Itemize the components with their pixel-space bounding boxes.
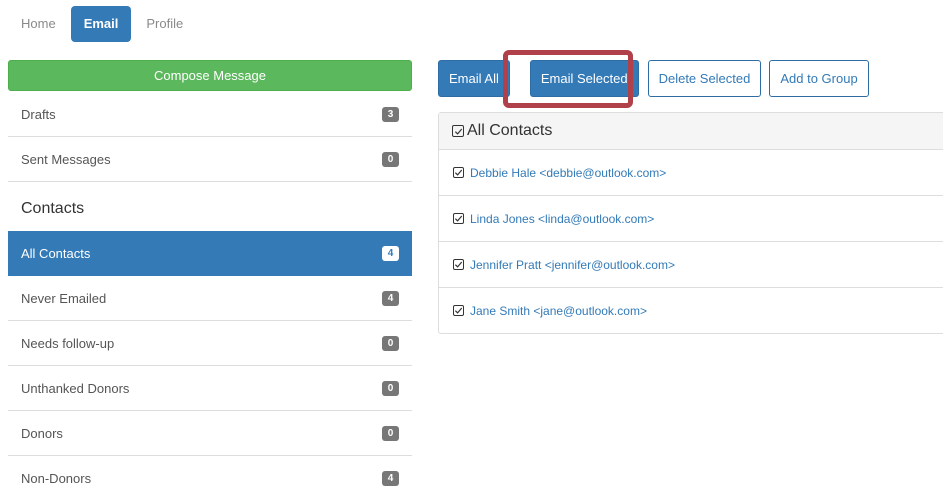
contact-label[interactable]: Jennifer Pratt <jennifer@outlook.com> (470, 258, 675, 272)
sidebar-item-label: Drafts (21, 106, 56, 122)
sidebar-item-label: Needs follow-up (21, 335, 115, 351)
contacts-panel-title: All Contacts (467, 122, 553, 139)
sidebar-item-never-emailed[interactable]: Never Emailed 4 (8, 276, 412, 321)
sidebar-item-needs-follow-up[interactable]: Needs follow-up 0 (8, 321, 412, 366)
contacts-panel-header: All Contacts (439, 113, 943, 150)
count-badge: 0 (382, 151, 399, 167)
contact-row[interactable]: Jane Smith <jane@outlook.com> (439, 288, 943, 333)
top-nav: Home Email Profile (8, 6, 196, 42)
contact-label[interactable]: Debbie Hale <debbie@outlook.com> (470, 166, 666, 180)
count-badge: 4 (382, 470, 399, 486)
contact-row[interactable]: Jennifer Pratt <jennifer@outlook.com> (439, 242, 943, 288)
count-badge: 3 (382, 106, 399, 122)
checkbox-checked-icon[interactable] (452, 125, 464, 137)
contact-label[interactable]: Jane Smith <jane@outlook.com> (470, 304, 647, 318)
checkbox-checked-icon[interactable] (453, 305, 464, 316)
sidebar-item-label: Donors (21, 425, 63, 441)
action-toolbar: Email All Email Selected Delete Selected… (438, 60, 869, 97)
sidebar-item-all-contacts[interactable]: All Contacts 4 (8, 231, 412, 276)
contact-row[interactable]: Debbie Hale <debbie@outlook.com> (439, 150, 943, 196)
nav-profile[interactable]: Profile (133, 6, 196, 42)
email-selected-button[interactable]: Email Selected (529, 60, 639, 97)
sidebar-item-label: Unthanked Donors (21, 380, 130, 396)
contacts-panel: All Contacts Debbie Hale <debbie@outlook… (438, 112, 943, 334)
sidebar-item-label: Non-Donors (21, 470, 92, 486)
contacts-heading: Contacts (21, 200, 85, 217)
count-badge: 4 (382, 290, 399, 306)
sidebar-item-non-donors[interactable]: Non-Donors 4 (8, 456, 412, 493)
compose-message-button[interactable]: Compose Message (8, 60, 412, 91)
sidebar-item-label: Sent Messages (21, 151, 111, 167)
sidebar-item-drafts[interactable]: Drafts 3 (8, 92, 412, 137)
contact-group-list: All Contacts 4 Never Emailed 4 Needs fol… (8, 231, 412, 493)
sidebar-item-sent-messages[interactable]: Sent Messages 0 (8, 137, 412, 182)
nav-home[interactable]: Home (8, 6, 69, 42)
contact-row[interactable]: Linda Jones <linda@outlook.com> (439, 196, 943, 242)
delete-selected-button[interactable]: Delete Selected (647, 60, 762, 97)
sidebar-item-unthanked-donors[interactable]: Unthanked Donors 0 (8, 366, 412, 411)
mail-folder-list: Drafts 3 Sent Messages 0 (8, 92, 412, 182)
checkbox-checked-icon[interactable] (453, 259, 464, 270)
sidebar: Compose Message Drafts 3 Sent Messages 0… (8, 60, 412, 493)
checkbox-checked-icon[interactable] (453, 167, 464, 178)
sidebar-item-label: Never Emailed (21, 290, 107, 306)
contact-label[interactable]: Linda Jones <linda@outlook.com> (470, 212, 654, 226)
count-badge: 4 (382, 245, 399, 261)
count-badge: 0 (382, 425, 399, 441)
checkbox-checked-icon[interactable] (453, 213, 464, 224)
nav-email[interactable]: Email (70, 6, 132, 42)
count-badge: 0 (382, 380, 399, 396)
sidebar-item-label: All Contacts (21, 245, 91, 261)
add-to-group-button[interactable]: Add to Group (769, 60, 869, 97)
count-badge: 0 (382, 335, 399, 351)
email-all-button[interactable]: Email All (438, 60, 510, 97)
sidebar-item-donors[interactable]: Donors 0 (8, 411, 412, 456)
